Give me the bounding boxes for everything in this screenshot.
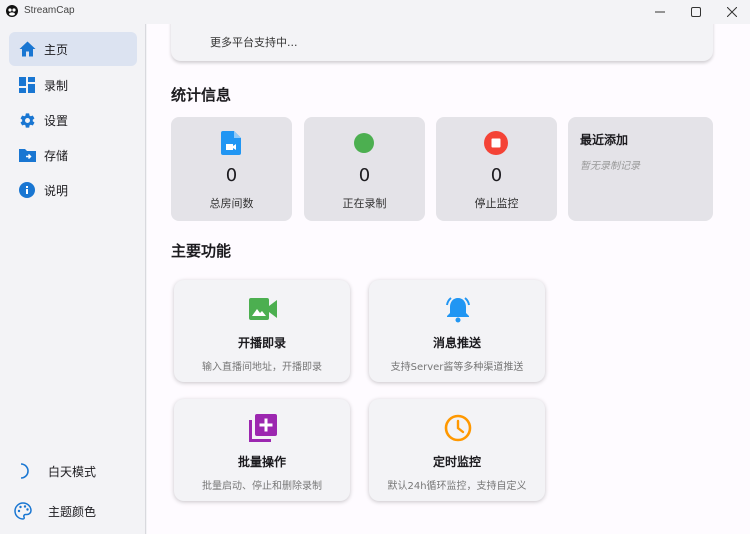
- sidebar-item-label: 录制: [44, 78, 69, 93]
- gear-icon: [18, 111, 36, 129]
- stop-circle-icon: [484, 131, 508, 155]
- platform-support-card: 更多平台支持中...: [171, 24, 713, 61]
- day-mode-label: 白天模式: [48, 464, 97, 479]
- sidebar-item-about[interactable]: 说明: [9, 173, 137, 207]
- sidebar-item-settings[interactable]: 设置: [9, 103, 137, 137]
- feature-card-auto-record[interactable]: 开播即录 输入直播间地址，开播即录: [174, 280, 350, 382]
- home-icon: [18, 40, 36, 58]
- feature-desc: 支持Server酱等多种渠道推送: [390, 362, 524, 373]
- close-icon: [727, 7, 737, 17]
- green-dot-icon: [352, 131, 376, 155]
- stat-card-recording[interactable]: 0 正在录制: [304, 117, 425, 221]
- sidebar-item-storage[interactable]: 存储: [9, 138, 137, 172]
- stat-card-stopped[interactable]: 0 停止监控: [436, 117, 557, 221]
- theme-color-button[interactable]: 主题颜色: [14, 500, 96, 522]
- close-button[interactable]: [712, 0, 750, 24]
- clock-icon: [443, 413, 473, 443]
- stat-value: 0: [490, 165, 503, 186]
- sidebar: 主页 录制 设置 存储 说明 白天模式 主题颜色: [0, 24, 146, 534]
- app-logo-icon: [6, 5, 18, 17]
- recent-empty-text: 暂无录制记录: [580, 161, 640, 172]
- maximize-icon: [691, 7, 701, 17]
- feature-card-scheduled-monitor[interactable]: 定时监控 默认24h循环监控，支持自定义: [369, 399, 545, 501]
- feature-card-batch-ops[interactable]: 批量操作 批量启动、停止和删除录制: [174, 399, 350, 501]
- library-add-icon: [248, 413, 278, 443]
- feature-title: 批量操作: [237, 455, 286, 469]
- palette-icon: [14, 502, 32, 520]
- stat-caption: 总房间数: [209, 197, 254, 210]
- sidebar-item-label: 设置: [44, 113, 69, 128]
- title-bar: StreamCap: [0, 0, 750, 24]
- window-title: StreamCap: [24, 5, 75, 16]
- stat-caption: 停止监控: [474, 197, 519, 210]
- dashboard-icon: [18, 76, 36, 94]
- minimize-button[interactable]: [640, 0, 680, 24]
- day-mode-toggle[interactable]: 白天模式: [14, 460, 96, 482]
- video-file-icon: [219, 131, 243, 155]
- stat-value: 0: [358, 165, 371, 186]
- feature-title: 开播即录: [237, 336, 286, 350]
- stat-card-total-rooms[interactable]: 0 总房间数: [171, 117, 292, 221]
- sidebar-item-record[interactable]: 录制: [9, 68, 137, 102]
- features-section-title: 主要功能: [171, 242, 232, 260]
- sidebar-item-home[interactable]: 主页: [9, 32, 137, 66]
- folder-icon: [18, 146, 36, 164]
- maximize-button[interactable]: [676, 0, 716, 24]
- stat-caption: 正在录制: [342, 197, 387, 210]
- minimize-icon: [655, 11, 665, 13]
- feature-desc: 默认24h循环监控，支持自定义: [387, 481, 527, 492]
- recent-added-card: 最近添加 暂无录制记录: [568, 117, 713, 221]
- feature-title: 定时监控: [432, 455, 481, 469]
- feature-desc: 批量启动、停止和删除录制: [202, 481, 322, 492]
- platform-support-text: 更多平台支持中...: [210, 36, 298, 49]
- stat-value: 0: [225, 165, 238, 186]
- moon-icon: [20, 463, 29, 479]
- feature-card-notifications[interactable]: 消息推送 支持Server酱等多种渠道推送: [369, 280, 545, 382]
- info-icon: [18, 181, 36, 199]
- sidebar-item-label: 存储: [44, 148, 69, 163]
- bell-icon: [443, 294, 473, 324]
- main-content: 更多平台支持中... 统计信息 0 总房间数 0 正在录制 0 停止监控 最近添…: [147, 24, 750, 534]
- sidebar-item-label: 主页: [44, 42, 69, 57]
- sidebar-item-label: 说明: [44, 183, 69, 198]
- stats-section-title: 统计信息: [171, 86, 232, 104]
- feature-desc: 输入直播间地址，开播即录: [202, 362, 322, 373]
- theme-color-label: 主题颜色: [48, 504, 97, 519]
- feature-title: 消息推送: [432, 336, 481, 350]
- video-camera-icon: [248, 294, 278, 324]
- recent-title: 最近添加: [580, 133, 629, 147]
